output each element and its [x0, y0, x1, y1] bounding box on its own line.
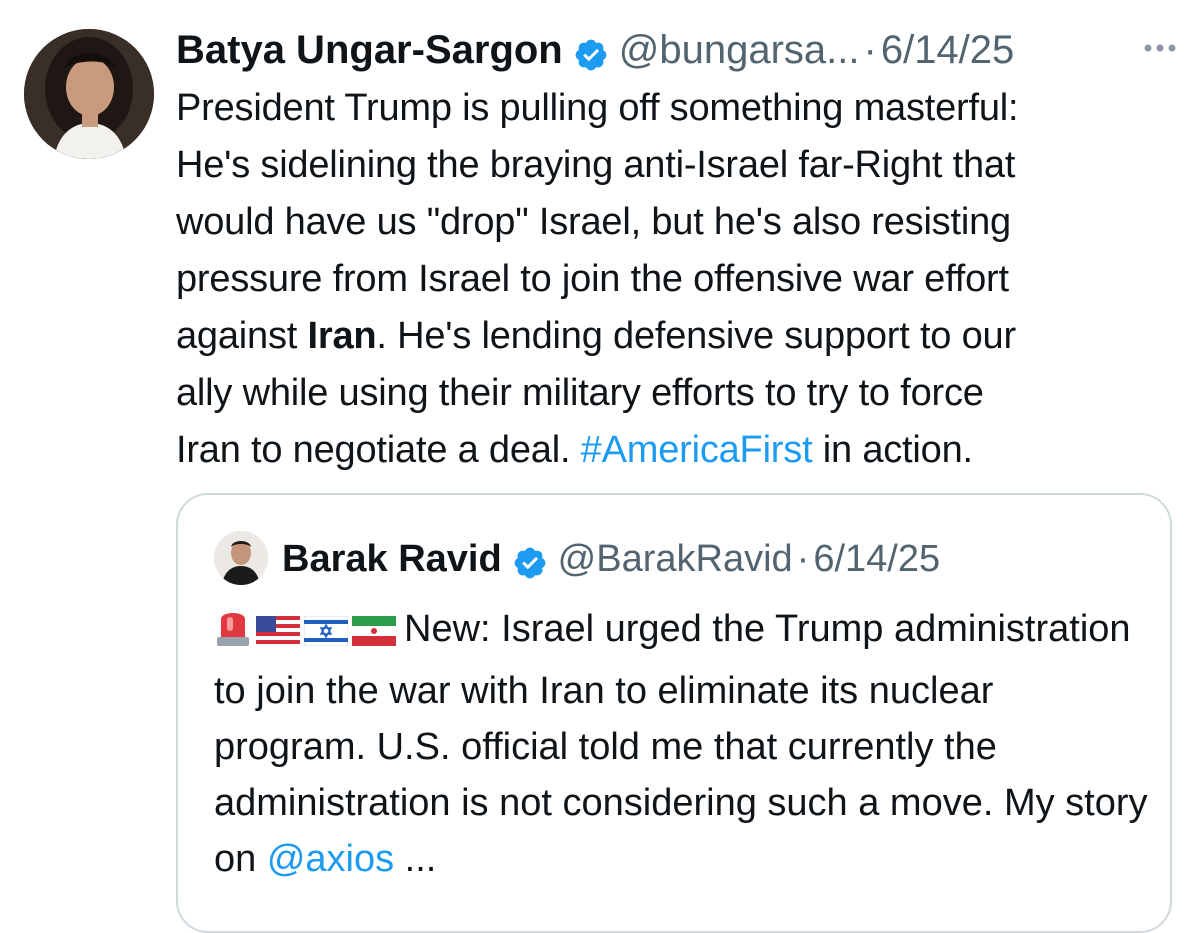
tweet-text: President Trump is pulling off something…	[176, 80, 1186, 479]
quoted-tweet-card[interactable]: Barak Ravid @BarakRavid · 6/14/25 New: I…	[176, 493, 1172, 933]
tweet-text-bold: Iran	[307, 315, 377, 357]
author-photo	[24, 29, 154, 159]
quoted-tweet-text: New: Israel urged the Trump administrati…	[214, 601, 1154, 887]
mention-link[interactable]: @axios	[267, 838, 394, 880]
hashtag-link[interactable]: #AmericaFirst	[581, 429, 813, 471]
tweet-date[interactable]: 6/14/25	[881, 22, 1014, 78]
verified-badge-icon	[573, 32, 609, 71]
emoji-group	[214, 605, 400, 663]
quoted-text-ellipsis: ...	[394, 838, 437, 880]
separator-dot: ·	[863, 28, 877, 72]
author-name[interactable]: Batya Ungar-Sargon	[176, 22, 563, 78]
quoted-verified-badge-icon	[512, 541, 548, 579]
quoted-author-name[interactable]: Barak Ravid	[282, 531, 502, 587]
quoted-author-handle[interactable]: @BarakRavid	[558, 531, 793, 587]
quoted-tweet-date[interactable]: 6/14/25	[813, 531, 940, 587]
tweet-text-part3: in action.	[812, 429, 973, 471]
author-avatar[interactable]	[24, 29, 154, 159]
israel-flag-icon	[303, 606, 349, 662]
quoted-author-avatar[interactable]	[214, 531, 268, 585]
tweet-header: Batya Ungar-Sargon @bungarsa... · 6/14/2…	[176, 22, 1180, 78]
quoted-separator-dot: ·	[796, 538, 810, 580]
quoted-author-photo	[214, 531, 268, 585]
more-dots-icon	[1144, 44, 1176, 52]
police-light-icon	[214, 605, 252, 663]
iran-flag-icon	[352, 606, 396, 662]
more-options-button[interactable]	[1138, 26, 1182, 70]
us-flag-icon	[256, 606, 300, 662]
quoted-tweet-header: Barak Ravid @BarakRavid · 6/14/25	[282, 531, 940, 587]
author-handle[interactable]: @bungarsa...	[619, 22, 860, 78]
